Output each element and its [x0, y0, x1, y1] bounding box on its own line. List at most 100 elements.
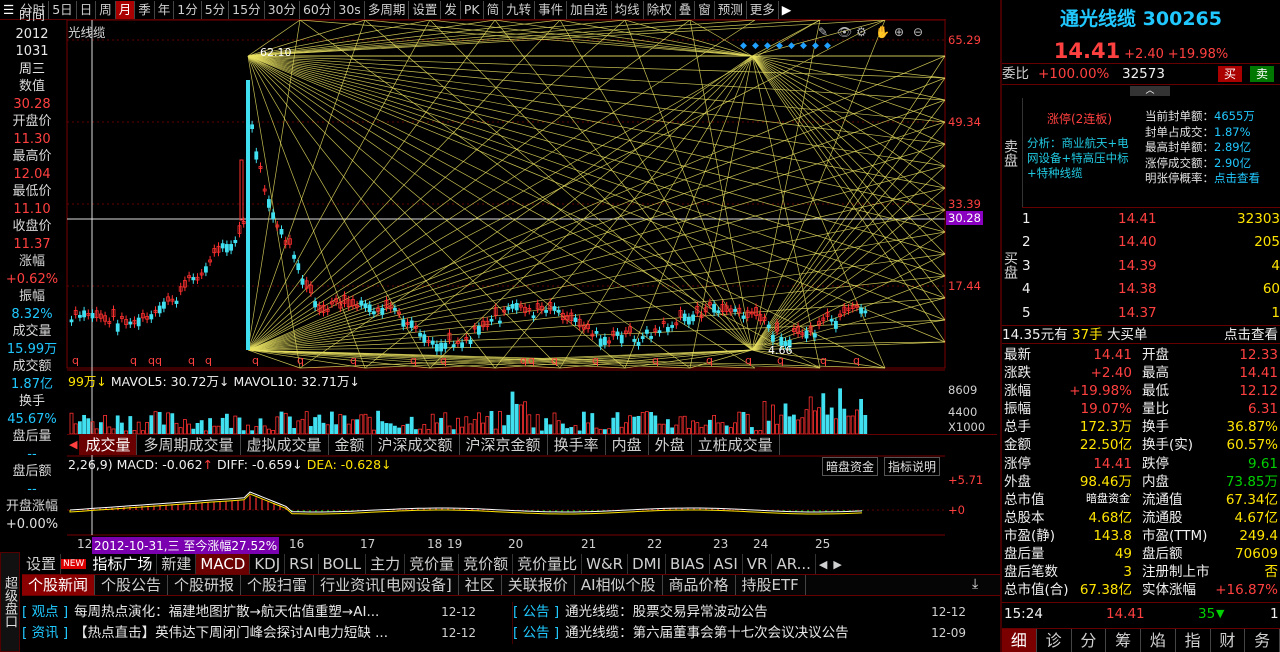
toolbar-item-25[interactable]: 预测: [713, 0, 746, 19]
toolbar-item-23[interactable]: 叠: [674, 0, 695, 19]
indicator-tab-2[interactable]: 新建: [157, 554, 197, 574]
news-tab-3[interactable]: 个股扫雷: [241, 575, 315, 595]
bid-row[interactable]: 2 14.40 205: [1022, 231, 1280, 254]
news-tab-2[interactable]: 个股研报: [168, 575, 242, 595]
indicator-tab-0[interactable]: 设置: [22, 554, 62, 574]
bid-row[interactable]: 4 14.38 60: [1022, 278, 1280, 301]
bottom-tab-4[interactable]: 焰: [1141, 629, 1176, 652]
dark-pool-tag[interactable]: 暗盘资金: [1086, 490, 1130, 506]
vol-tab-0[interactable]: 成交量: [79, 433, 138, 455]
left-arrow-icon[interactable]: ◀: [67, 438, 79, 451]
news-tab-1[interactable]: 个股公告: [95, 575, 169, 595]
toolbar-item-3[interactable]: 周: [95, 0, 115, 19]
news-tab-6[interactable]: 关联报价: [502, 575, 575, 595]
big-order-link[interactable]: 点击查看: [1224, 326, 1278, 345]
eye-icon[interactable]: 👁: [837, 25, 852, 39]
news-tab-9[interactable]: 持股ETF: [736, 575, 806, 595]
vol-tab-2[interactable]: 虚拟成交量: [241, 433, 329, 455]
zoom-out-icon[interactable]: ⊖: [913, 25, 923, 39]
toolbar-item-21[interactable]: 均线: [610, 0, 643, 19]
indicator-tab-11[interactable]: W&R: [582, 554, 629, 574]
toolbar-item-7[interactable]: 1分: [173, 0, 200, 19]
vol-tab-6[interactable]: 换手率: [548, 433, 606, 455]
arrow-right-icon[interactable]: ▶: [777, 0, 795, 19]
vol-tab-3[interactable]: 金额: [329, 433, 372, 455]
indicator-tab-8[interactable]: 竞价量: [405, 554, 460, 574]
indicator-tab-9[interactable]: 竞价额: [459, 554, 514, 574]
bid-row[interactable]: 3 14.39 4: [1022, 255, 1280, 278]
bottom-tab-2[interactable]: 分: [1072, 629, 1107, 652]
indicator-tab-3[interactable]: MACD: [196, 554, 251, 574]
toolbar-item-19[interactable]: 事件: [534, 0, 566, 19]
toolbar-item-26[interactable]: 更多: [745, 0, 778, 19]
bottom-tab-3[interactable]: 筹: [1106, 629, 1141, 652]
download-icon[interactable]: ⤓: [972, 576, 978, 592]
gear-icon[interactable]: ⚙: [856, 25, 867, 39]
toolbar-item-18[interactable]: 九转: [502, 0, 534, 19]
vol-tab-9[interactable]: 立桩成交量: [692, 433, 780, 455]
pen-icon[interactable]: ✎: [818, 25, 828, 39]
indicator-tab-10[interactable]: 竞价量比: [513, 554, 583, 574]
bottom-tab-1[interactable]: 诊: [1037, 629, 1072, 652]
indicator-tab-6[interactable]: BOLL: [319, 554, 367, 574]
toolbar-item-16[interactable]: PK: [459, 0, 483, 19]
vol-tab-4[interactable]: 沪深成交额: [372, 433, 460, 455]
news-tab-5[interactable]: 社区: [459, 575, 502, 595]
dark-pool-button[interactable]: 暗盘资金: [822, 457, 879, 476]
indicator-tab-1[interactable]: 指标广场: [88, 554, 158, 574]
news-item[interactable]: [ 观点 ] 每周热点演化：福建地图扩散→航天估值重塑→AI... 12-12: [22, 602, 510, 623]
toolbar-item-12[interactable]: 30s: [334, 0, 363, 19]
toolbar-item-8[interactable]: 5分: [200, 0, 228, 19]
indicator-tab-7[interactable]: 主力: [366, 554, 406, 574]
super-orderbook-tab[interactable]: 超级盘口: [0, 552, 20, 652]
indicator-tab-12[interactable]: DMI: [628, 554, 667, 574]
buy-button[interactable]: 买: [1218, 66, 1243, 82]
bottom-tab-6[interactable]: 财: [1211, 629, 1246, 652]
bottom-tab-0[interactable]: 细: [1002, 629, 1037, 652]
collapse-icon[interactable]: ︿: [1130, 86, 1170, 96]
news-tab-0[interactable]: 个股新闻: [22, 575, 96, 595]
sell-button[interactable]: 卖: [1250, 66, 1275, 82]
toolbar-item-6[interactable]: 年: [153, 0, 174, 19]
indicator-tab-4[interactable]: KDJ: [250, 554, 286, 574]
toolbar-item-22[interactable]: 除权: [642, 0, 675, 19]
vol-tab-8[interactable]: 外盘: [649, 433, 692, 455]
vol-tab-7[interactable]: 内盘: [606, 433, 649, 455]
toolbar-item-13[interactable]: 多周期: [363, 0, 409, 19]
limit-row[interactable]: 明张停概率：点击查看: [1145, 171, 1280, 187]
indicator-tab-16[interactable]: AR...: [772, 554, 816, 574]
toolbar-item-15[interactable]: 发: [440, 0, 460, 19]
hand-icon[interactable]: ✋: [875, 25, 890, 39]
toolbar-item-5[interactable]: 季: [134, 0, 154, 19]
toolbar-item-14[interactable]: 设置: [408, 0, 440, 19]
indicator-tab-5[interactable]: RSI: [285, 554, 319, 574]
news-tab-8[interactable]: 商品价格: [663, 575, 736, 595]
vol-tab-1[interactable]: 多周期成交量: [137, 433, 241, 455]
toolbar-item-9[interactable]: 15分: [228, 0, 263, 19]
indicator-tab-14[interactable]: ASI: [710, 554, 743, 574]
zoom-in-icon[interactable]: ⊕: [894, 25, 904, 39]
toolbar-item-11[interactable]: 60分: [298, 0, 334, 19]
toolbar-item-4[interactable]: 月: [114, 0, 135, 19]
toolbar-item-2[interactable]: 日: [75, 0, 96, 19]
toolbar-item-20[interactable]: 加自选: [566, 0, 611, 19]
indicator-tab-15[interactable]: VR: [743, 554, 773, 574]
news-tab-7[interactable]: AI相似个股: [575, 575, 663, 595]
news-item[interactable]: [ 公告 ] 通光线缆：第六届董事会第十七次会议决议公告 12-09: [513, 623, 1000, 644]
next-icon[interactable]: ▶: [830, 558, 844, 571]
bid-row[interactable]: 5 14.37 1: [1022, 302, 1280, 325]
vol-tab-5[interactable]: 沪深京金额: [460, 433, 548, 455]
indicator-tab-13[interactable]: BIAS: [666, 554, 710, 574]
bottom-tab-5[interactable]: 指: [1176, 629, 1211, 652]
limit-analysis[interactable]: 分析：商业航天+电网设备+特高压中标+特种线缆: [1027, 136, 1139, 181]
toolbar-item-24[interactable]: 窗: [694, 0, 714, 19]
prev-icon[interactable]: ◀: [816, 558, 830, 571]
news-item[interactable]: [ 公告 ] 通光线缆：股票交易异常波动公告 12-12: [513, 602, 1000, 623]
toolbar-item-17[interactable]: 简: [482, 0, 503, 19]
indicator-help-button[interactable]: 指标说明: [884, 457, 941, 476]
toolbar-item-10[interactable]: 30分: [263, 0, 299, 19]
bid-row[interactable]: 1 14.41 32303: [1022, 208, 1280, 231]
bottom-tab-7[interactable]: 务: [1245, 629, 1280, 652]
news-tab-4[interactable]: 行业资讯[电网设备]: [314, 575, 459, 595]
news-item[interactable]: [ 资讯 ] 【热点直击】英伟达下周闭门峰会探讨AI电力短缺 ... 12-12: [22, 623, 510, 644]
